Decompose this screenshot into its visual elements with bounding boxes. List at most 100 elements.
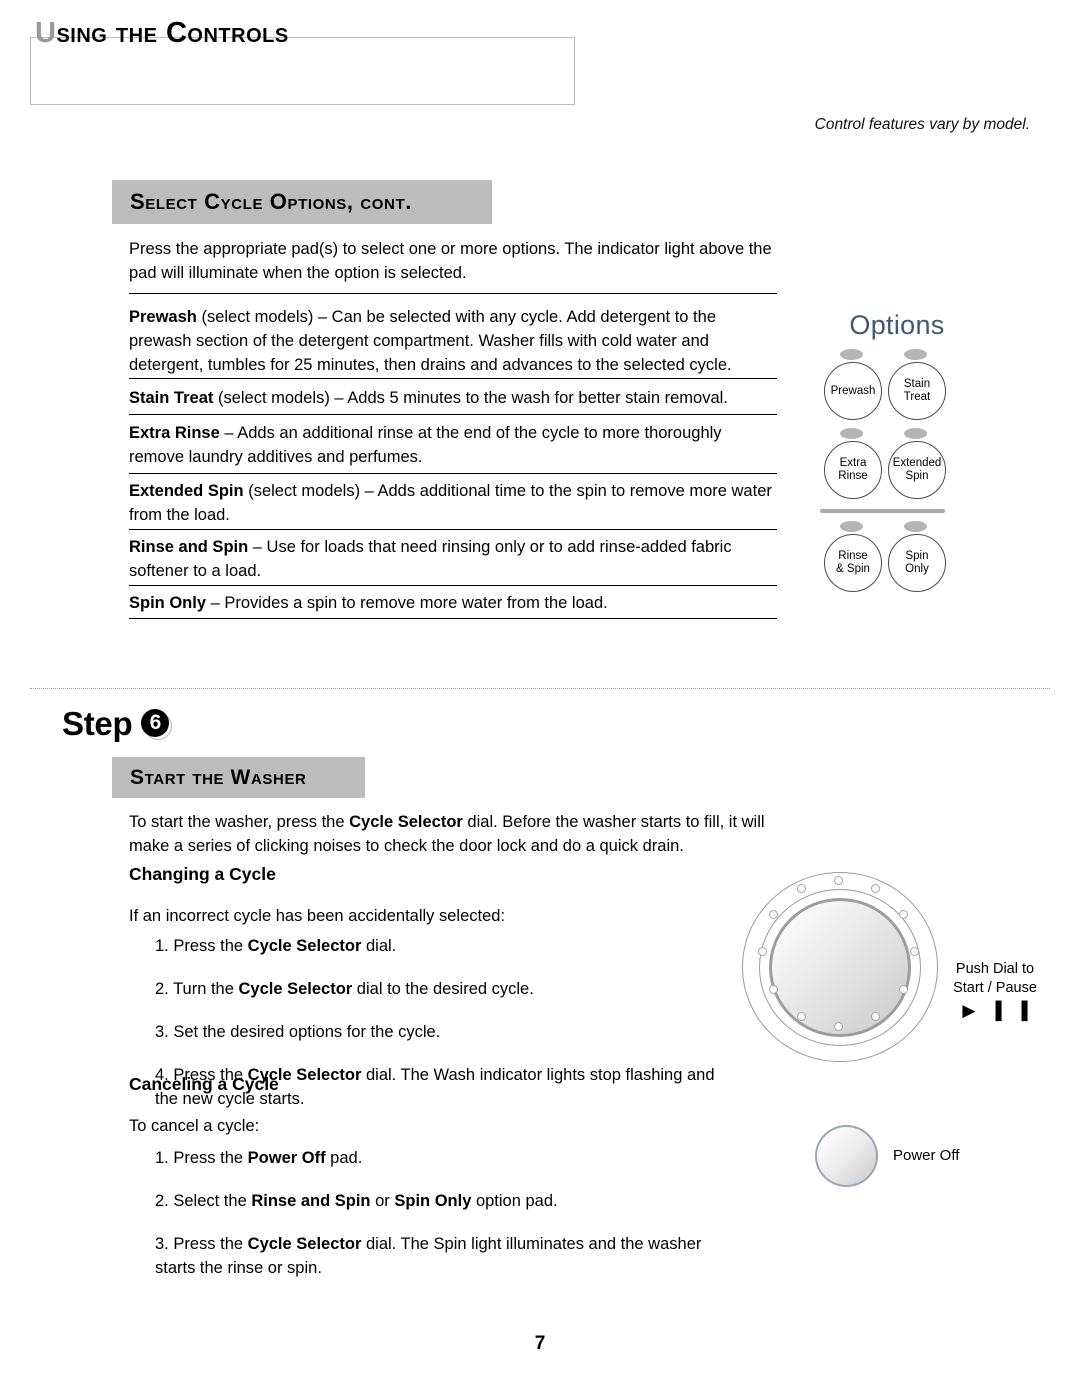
select-options-intro-text: Press the appropriate pad(s) to select o…	[129, 240, 772, 283]
power-off-pad[interactable]	[815, 1125, 878, 1187]
option-qualifier-prewash: (select models) –	[196, 308, 332, 326]
option-pad-rinse-and-spin-label-line1: Rinse	[838, 550, 868, 563]
changing-a-cycle-lead: If an incorrect cycle has been accidenta…	[129, 907, 506, 925]
option-term-rinse-and-spin: Rinse and Spin	[129, 538, 249, 556]
step-word: Step	[62, 705, 133, 742]
page-title: Using the Controls	[35, 17, 289, 50]
page-number: 7	[534, 1333, 546, 1354]
canceling-step-2-bold: Rinse and Spin	[251, 1192, 371, 1211]
dial-dot	[899, 985, 908, 994]
power-off-label: Power Off	[893, 1147, 960, 1164]
option-rule-1	[129, 293, 777, 294]
option-term-stain-treat: Stain Treat	[129, 389, 214, 407]
changing-step-2-a: Turn the	[173, 980, 239, 999]
canceling-step-3: 3. Press the Cycle Selector dial. The Sp…	[129, 1232, 729, 1280]
canceling-step-3-a: Press the	[173, 1235, 248, 1254]
option-description-spin-only: Provides a spin to remove more water fro…	[224, 594, 608, 612]
option-entry-stain-treat: Stain Treat (select models) – Adds 5 min…	[129, 386, 777, 410]
indicator-led-stain-treat	[904, 349, 927, 360]
option-entry-prewash: Prewash (select models) – Can be selecte…	[129, 305, 777, 377]
changing-step-2-num: 2.	[155, 980, 169, 999]
option-entry-spin-only: Spin Only – Provides a spin to remove mo…	[129, 591, 777, 615]
option-pad-stain-treat-label-line1: Stain	[903, 378, 931, 391]
canceling-step-1-a: Press the	[173, 1149, 248, 1168]
dial-dot	[871, 884, 880, 893]
step-number: 6	[141, 708, 170, 737]
indicator-led-spin-only	[904, 521, 927, 532]
section-heading-start-the-washer: Start the Washer	[112, 757, 365, 798]
option-qualifier-rinse-and-spin: –	[248, 538, 267, 556]
option-pad-spin-only-label-line2: Only	[905, 563, 929, 575]
option-rule-6	[129, 585, 777, 586]
canceling-step-3-num: 3.	[155, 1235, 169, 1254]
changing-step-2-bold: Cycle Selector	[238, 980, 353, 999]
start-washer-intro: To start the washer, press the Cycle Sel…	[129, 810, 774, 858]
model-variation-note: Control features vary by model.	[814, 116, 1030, 133]
canceling-a-cycle-heading: Canceling a Cycle	[129, 1074, 279, 1094]
option-qualifier-extended-spin: (select models) –	[243, 482, 378, 500]
option-pad-stain-treat-label-line2: Treat	[903, 391, 931, 403]
indicator-led-extended-spin	[904, 428, 927, 439]
option-term-extra-rinse: Extra Rinse	[129, 424, 220, 442]
option-entry-rinse-and-spin: Rinse and Spin – Use for loads that need…	[129, 535, 777, 583]
option-term-spin-only: Spin Only	[129, 594, 207, 612]
dial-dot	[769, 910, 778, 919]
dial-dot	[899, 910, 908, 919]
dial-dot	[758, 947, 767, 956]
option-rule-7	[129, 618, 777, 619]
dial-knob[interactable]	[769, 898, 911, 1037]
cycle-selector-dial-graphic[interactable]	[742, 872, 942, 1067]
dial-start-pause-glyphs: ▶▐▐	[930, 1000, 1060, 1023]
pause-icon: ▐▐	[989, 1000, 1042, 1020]
step-label: Step 6	[62, 705, 173, 743]
option-pad-extra-rinse-label-line2: Rinse	[838, 470, 868, 482]
indicator-led-prewash	[840, 349, 863, 360]
indicator-led-rinse-and-spin	[840, 521, 863, 532]
option-pad-stain-treat[interactable]: Stain Treat	[888, 362, 946, 420]
option-entry-extra-rinse: Extra Rinse – Adds an additional rinse a…	[129, 421, 777, 469]
canceling-step-2-num: 2.	[155, 1192, 169, 1211]
canceling-step-2-bold2: Spin Only	[394, 1192, 472, 1211]
changing-step-3: 3. Set the desired options for the cycle…	[129, 1020, 729, 1044]
canceling-step-2-c: option pad.	[471, 1192, 558, 1211]
option-rule-4	[129, 473, 777, 474]
canceling-step-1-b: pad.	[325, 1149, 363, 1168]
option-term-prewash: Prewash	[129, 308, 197, 326]
start-intro-bold: Cycle Selector	[349, 813, 463, 831]
option-description-stain-treat: Adds 5 minutes to the wash for better st…	[347, 389, 728, 407]
dial-caption-line1: Push Dial to	[955, 961, 1035, 977]
changing-step-1-b: dial.	[361, 937, 397, 956]
options-control-panel-graphic: Options Prewash Stain Treat Extra Rinse …	[812, 310, 982, 592]
indicator-led-extra-rinse	[840, 428, 863, 439]
option-rule-2	[129, 378, 777, 379]
option-pad-extra-rinse[interactable]: Extra Rinse	[824, 441, 882, 499]
changing-step-2: 2. Turn the Cycle Selector dial to the d…	[129, 977, 729, 1001]
option-pad-extended-spin-label-line1: Extended	[892, 457, 942, 470]
options-panel-title: Options	[849, 310, 945, 340]
dial-caption-line2: Start / Pause	[953, 980, 1037, 997]
dial-dot	[834, 876, 843, 885]
option-term-extended-spin: Extended Spin	[129, 482, 244, 500]
canceling-step-2: 2. Select the Rinse and Spin or Spin Onl…	[129, 1189, 729, 1213]
canceling-step-3-bold: Cycle Selector	[247, 1235, 362, 1254]
dial-dot	[834, 1022, 843, 1031]
option-pad-extended-spin[interactable]: Extended Spin	[888, 441, 946, 499]
changing-step-1-num: 1.	[155, 937, 169, 956]
option-pad-rinse-and-spin[interactable]: Rinse & Spin	[824, 534, 882, 592]
option-qualifier-spin-only: –	[206, 594, 225, 612]
canceling-a-cycle-lead: To cancel a cycle:	[129, 1117, 260, 1135]
canceling-step-1-bold: Power Off	[247, 1149, 326, 1168]
option-rule-3	[129, 414, 777, 415]
option-pad-prewash-label-line1: Prewash	[830, 384, 876, 397]
option-qualifier-extra-rinse: –	[219, 424, 238, 442]
changing-step-2-b: dial to the desired cycle.	[352, 980, 534, 999]
changing-step-1-a: Press the	[173, 937, 248, 956]
option-pad-prewash[interactable]: Prewash	[824, 362, 882, 420]
option-pad-spin-only[interactable]: Spin Only	[888, 534, 946, 592]
option-pad-spin-only-label-line1: Spin	[905, 550, 929, 563]
step-number-badge: 6	[141, 708, 173, 740]
option-pad-rinse-and-spin-label-line2: & Spin	[836, 563, 870, 575]
dial-caption: Push Dial to Start / Pause ▶▐▐	[930, 960, 1060, 1023]
changing-step-3-num: 3.	[155, 1023, 169, 1042]
dial-dot	[769, 985, 778, 994]
